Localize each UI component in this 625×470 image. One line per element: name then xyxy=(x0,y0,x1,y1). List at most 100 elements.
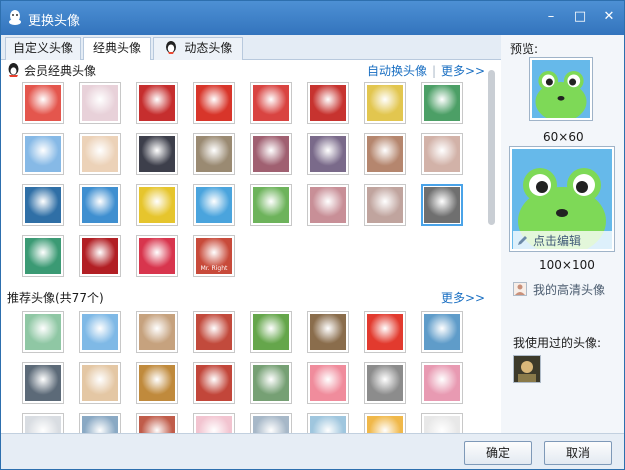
avatar-option[interactable]: Mr. Right xyxy=(193,235,235,277)
avatar-image xyxy=(196,85,232,121)
avatar-option[interactable] xyxy=(307,82,349,124)
avatar-image xyxy=(25,365,61,401)
tab-classic-avatar[interactable]: 经典头像 xyxy=(83,37,151,61)
avatar-option[interactable] xyxy=(421,362,463,404)
avatar-option[interactable] xyxy=(421,184,463,226)
avatar-option[interactable] xyxy=(364,311,406,353)
avatar-option[interactable] xyxy=(136,235,178,277)
avatar-image xyxy=(367,416,403,433)
avatar-option[interactable] xyxy=(364,362,406,404)
avatar-image xyxy=(196,365,232,401)
avatar-option[interactable] xyxy=(364,413,406,433)
avatar-option[interactable] xyxy=(421,311,463,353)
avatar-image xyxy=(253,85,289,121)
avatar-option[interactable] xyxy=(22,362,64,404)
avatar-option[interactable] xyxy=(136,362,178,404)
qq-penguin-icon xyxy=(8,63,19,77)
avatar-image xyxy=(82,85,118,121)
avatar-option[interactable] xyxy=(364,82,406,124)
small-size-label: 60×60 xyxy=(543,130,584,144)
avatar-option[interactable] xyxy=(421,133,463,175)
avatar-option[interactable] xyxy=(79,184,121,226)
avatar-image xyxy=(310,365,346,401)
close-button[interactable]: ✕ xyxy=(601,9,617,25)
avatar-list-panel[interactable]: 会员经典头像 自动换头像 | 更多>> Mr. Right 推荐头像(共77个)… xyxy=(1,60,501,433)
ok-button[interactable]: 确定 xyxy=(464,441,532,465)
avatar-option[interactable] xyxy=(193,413,235,433)
avatar-option[interactable] xyxy=(193,133,235,175)
avatar-image xyxy=(310,85,346,121)
tab-animated-avatar[interactable]: 动态头像 xyxy=(153,37,243,60)
avatar-option[interactable] xyxy=(250,413,292,433)
auto-change-avatar-link[interactable]: 自动换头像 xyxy=(367,63,427,79)
avatar-option[interactable] xyxy=(79,362,121,404)
avatar-option[interactable] xyxy=(79,311,121,353)
avatar-image xyxy=(196,416,232,433)
avatar-option[interactable] xyxy=(136,413,178,433)
avatar-option[interactable] xyxy=(79,235,121,277)
avatar-option[interactable] xyxy=(193,184,235,226)
avatar-option[interactable] xyxy=(136,311,178,353)
tab-bar: 自定义头像 经典头像 动态头像 xyxy=(1,35,501,61)
avatar-image xyxy=(196,314,232,350)
avatar-option[interactable] xyxy=(307,311,349,353)
avatar-option[interactable] xyxy=(250,311,292,353)
avatar-option[interactable] xyxy=(421,413,463,433)
tab-label: 自定义头像 xyxy=(12,41,73,55)
cancel-button[interactable]: 取消 xyxy=(544,441,612,465)
avatar-option[interactable] xyxy=(364,133,406,175)
avatar-image xyxy=(82,416,118,433)
avatar-option[interactable] xyxy=(193,362,235,404)
avatar-option[interactable] xyxy=(136,184,178,226)
avatar-image xyxy=(424,85,460,121)
avatar-option[interactable] xyxy=(79,82,121,124)
avatar-image xyxy=(25,187,61,223)
used-avatar-thumb[interactable] xyxy=(513,355,541,383)
avatar-option[interactable] xyxy=(136,82,178,124)
avatar-image: Mr. Right xyxy=(196,238,232,274)
classic-more-link[interactable]: 更多>> xyxy=(441,63,485,79)
avatar-option[interactable] xyxy=(250,133,292,175)
avatar-option[interactable] xyxy=(22,82,64,124)
avatar-option[interactable] xyxy=(250,82,292,124)
avatar-image xyxy=(310,136,346,172)
avatar-option[interactable] xyxy=(22,184,64,226)
edit-overlay[interactable]: 点击编辑 xyxy=(513,231,613,249)
window-title: 更换头像 xyxy=(28,14,81,29)
avatar-image xyxy=(139,416,175,433)
avatar-option[interactable] xyxy=(307,413,349,433)
used-avatars-label: 我使用过的头像: xyxy=(513,336,602,350)
avatar-option[interactable] xyxy=(250,362,292,404)
avatar-option[interactable] xyxy=(22,413,64,433)
maximize-button[interactable]: □ xyxy=(572,9,588,25)
avatar-image xyxy=(139,136,175,172)
avatar-option[interactable] xyxy=(307,184,349,226)
link-separator: | xyxy=(432,64,437,78)
avatar-option[interactable] xyxy=(22,311,64,353)
large-size-label: 100×100 xyxy=(539,258,595,272)
recommended-more-link[interactable]: 更多>> xyxy=(441,290,485,306)
scrollbar-thumb[interactable] xyxy=(488,70,495,225)
avatar-option[interactable] xyxy=(364,184,406,226)
avatar-option[interactable] xyxy=(136,133,178,175)
avatar-option[interactable] xyxy=(250,184,292,226)
avatar-image xyxy=(253,365,289,401)
avatar-option[interactable] xyxy=(421,82,463,124)
preview-large[interactable]: 点击编辑 xyxy=(509,146,615,255)
avatar-option[interactable] xyxy=(307,133,349,175)
avatar-option[interactable] xyxy=(79,133,121,175)
hd-avatar-link[interactable]: 我的高清头像 xyxy=(533,282,605,298)
avatar-image xyxy=(367,187,403,223)
minimize-button[interactable]: – xyxy=(543,9,559,25)
avatar-option[interactable] xyxy=(193,311,235,353)
section-classic-header: 会员经典头像 xyxy=(7,63,96,79)
avatar-option[interactable] xyxy=(307,362,349,404)
avatar-option[interactable] xyxy=(79,413,121,433)
avatar-option[interactable] xyxy=(22,133,64,175)
qq-logo-icon xyxy=(9,10,21,25)
title-bar[interactable]: 更换头像 – □ ✕ xyxy=(1,1,624,35)
tab-custom-avatar[interactable]: 自定义头像 xyxy=(5,37,81,60)
avatar-option[interactable] xyxy=(193,82,235,124)
avatar-option[interactable] xyxy=(22,235,64,277)
scrollbar[interactable] xyxy=(485,60,497,433)
